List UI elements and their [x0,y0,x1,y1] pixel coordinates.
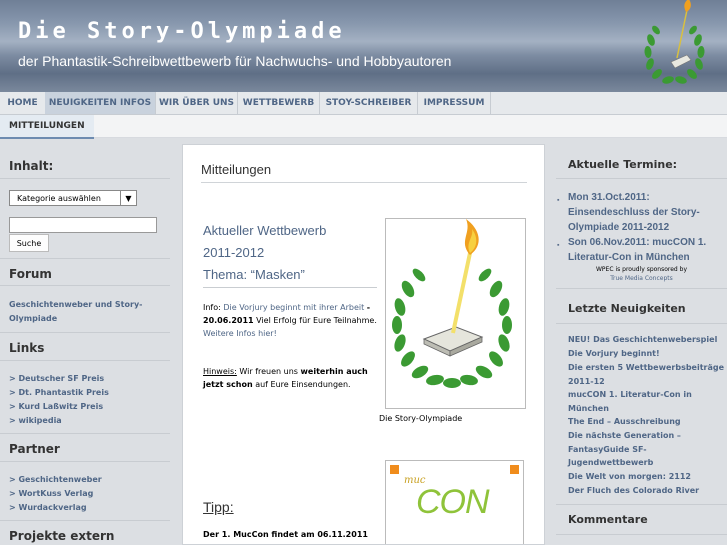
nav-wir-ueber-uns[interactable]: WIR ÜBER UNS [156,92,238,114]
links-heading: Links [9,341,45,355]
letzte-neuigkeiten-heading: Letzte Neuigkeiten [568,302,686,315]
sponsor-note: WPEC is proudly sponsored by True Media … [556,265,727,283]
right-sidebar: Aktuelle Termine: ▪ Mon 31.Oct.2011: Ein… [556,138,727,545]
con-logo-text: CON [416,483,490,521]
hinweis-text-3: auf Eure Einsendungen. [255,380,351,389]
search-input[interactable] [9,217,157,233]
bullet-icon: ▪ [557,197,560,204]
divider [0,178,170,179]
site-title[interactable]: Die Story-Olympiade [18,19,346,44]
forum-heading: Forum [9,267,52,281]
divider [0,461,170,462]
post-title-line-2: 2011-2012 [203,245,265,260]
divider [556,288,727,289]
link-wikipedia[interactable]: > wikipedia [9,414,62,427]
partner-wortkuss-verlag[interactable]: > WortKuss Verlag [9,487,93,500]
nav-home[interactable]: HOME [0,92,46,114]
link-dt-phantastik-preis[interactable]: > Dt. Phantastik Preis [9,386,109,399]
sub-navigation: MITTEILUNGEN [0,115,727,139]
search-button[interactable]: Suche [9,234,49,252]
nav-impressum[interactable]: IMPRESSUM [418,92,491,114]
chevron-down-icon: ▼ [120,191,136,205]
orange-square-icon [390,465,399,474]
divider [556,504,727,505]
main-navigation: HOME NEUIGKEITEN INFOS WIR ÜBER UNS WETT… [0,92,727,115]
hinweis-text-1: Wir freuen uns [239,367,298,376]
news-link[interactable]: Die Vorjury beginnt! [568,347,726,361]
subnav-mitteilungen[interactable]: MITTEILUNGEN [0,115,94,139]
divider [0,332,170,333]
page-title: Mitteilungen [201,162,272,177]
forum-link-line-1[interactable]: Geschichtenweber und Story- [9,298,142,311]
nav-wettbewerb[interactable]: WETTBEWERB [238,92,320,114]
category-select-label: Kategorie auswählen [17,194,101,203]
sponsor-line-1: WPEC is proudly sponsored by [596,266,687,273]
forum-link-line-2[interactable]: Olympiade [9,312,57,325]
weitere-infos-link[interactable]: Weitere Infos hier! [203,329,277,338]
story-olympiade-image [385,218,526,409]
orange-square-icon [510,465,519,474]
divider [0,520,170,521]
divider [0,360,170,361]
divider [556,178,727,179]
divider [0,285,170,286]
divider [0,433,170,434]
bullet-icon: ▪ [557,242,560,249]
news-link[interactable]: mucCON 1. Literatur-Con in München [568,388,726,415]
sponsor-link[interactable]: True Media Concepts [556,274,727,283]
divider [556,534,727,535]
divider [203,287,377,288]
wreath-book-torch-icon [392,219,512,388]
nav-neuigkeiten-infos[interactable]: NEUIGKEITEN INFOS [45,92,156,114]
link-kurd-lasswitz-preis[interactable]: > Kurd Laßwitz Preis [9,400,103,413]
projekte-extern-heading: Projekte extern [9,529,115,543]
event-item[interactable]: ▪ Son 06.Nov.2011: mucCON 1. Literatur-C… [557,235,726,265]
partner-heading: Partner [9,442,60,456]
vorjury-link[interactable]: Die Vorjury beginnt mit ihrer Arbeit [223,303,364,312]
tipp-heading: Tipp: [203,499,234,515]
divider [0,258,170,259]
news-link[interactable]: NEU! Das Geschichtenweberspiel [568,333,726,347]
news-link[interactable]: Die ersten 5 Wettbewerbsbeiträge 2011-12 [568,361,726,388]
left-sidebar: Inhalt: Kategorie auswählen ▼ Suche Foru… [0,138,170,545]
divider [556,323,727,324]
news-link[interactable]: Die nächste Generation – FantasyGuide SF… [568,429,726,470]
wreath-torch-logo-icon [644,0,705,84]
aktuelle-termine-heading: Aktuelle Termine: [568,158,678,171]
info-paragraph: Info: Die Vorjury beginnt mit ihrer Arbe… [203,301,379,340]
post-title[interactable]: Aktueller Wettbewerb 2011-2012 Thema: “M… [203,220,378,286]
hinweis-paragraph: Hinweis: Wir freuen uns weiterhin auch j… [203,365,379,391]
category-select[interactable]: Kategorie auswählen ▼ [9,190,137,206]
partner-wurdackverlag[interactable]: > Wurdackverlag [9,501,87,514]
news-link[interactable]: The End – Ausschreibung [568,415,726,429]
info-label: Info: [203,303,221,312]
image-caption: Die Story-Olympiade [379,414,463,423]
main-content: Mitteilungen Aktueller Wettbewerb 2011-2… [182,144,545,545]
hinweis-label: Hinweis: [203,367,237,376]
post-title-line-3: Thema: “Masken” [203,267,305,282]
inhalt-heading: Inhalt: [9,159,54,173]
nav-stoy-schreiber[interactable]: STOY-SCHREIBER [320,92,418,114]
info-text: Viel Erfolg für Eure Teilnahme. [256,316,377,325]
divider [201,182,527,183]
link-deutscher-sf-preis[interactable]: > Deutscher SF Preis [9,372,104,385]
muccon-logo-image: muc CON [385,460,524,544]
news-link[interactable]: Die Welt von morgen: 2112 [568,470,726,484]
site-description: der Phantastik-Schreibwettbewerb für Nac… [18,53,452,69]
partner-geschichtenweber[interactable]: > Geschichtenweber [9,473,102,486]
post-title-line-1: Aktueller Wettbewerb [203,223,327,238]
tipp-text: Der 1. MucCon findet am 06.11.2011 [203,530,368,539]
event-item[interactable]: ▪ Mon 31.Oct.2011: Einsendeschluss der S… [557,190,726,235]
kommentare-heading: Kommentare [568,513,648,526]
site-header: Die Story-Olympiade der Phantastik-Schre… [0,0,727,92]
news-link[interactable]: Der Fluch des Colorado River [568,484,726,498]
